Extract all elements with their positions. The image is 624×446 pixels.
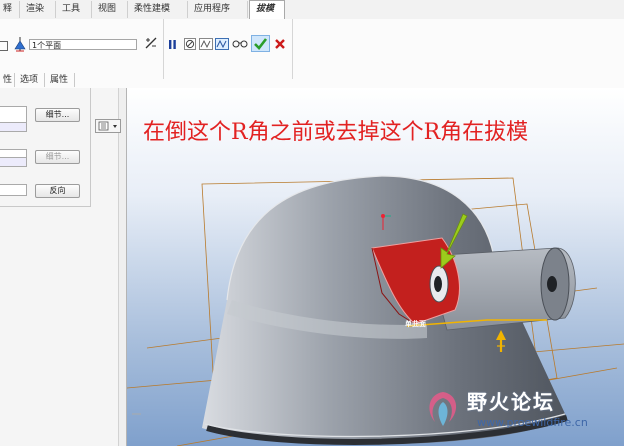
references-panel: 细节... 细节... 反向: [0, 88, 127, 446]
tab-properties[interactable]: 属性: [45, 73, 75, 87]
menu-tab-render[interactable]: 渲染: [20, 1, 56, 18]
panel-scrollbar[interactable]: [118, 88, 126, 446]
panel-bottom-edge: [0, 206, 91, 207]
details-button-1[interactable]: 细节...: [35, 108, 80, 122]
preview-geometry-icon[interactable]: [199, 38, 213, 50]
details-button-2[interactable]: 细节...: [35, 150, 80, 164]
draft-ribbon: 1个平面: [0, 19, 624, 89]
panel-edge: [90, 88, 91, 206]
no-preview-icon[interactable]: [184, 38, 196, 50]
view-manager-dropdown[interactable]: [95, 119, 121, 133]
feature-tag: 单曲面: [405, 320, 426, 328]
hinge-collector[interactable]: [0, 149, 27, 158]
verify-mode-icon[interactable]: [215, 38, 229, 50]
watermark-title: 野火论坛: [467, 390, 555, 414]
clipped-tool-icon[interactable]: [0, 41, 8, 51]
tab-clipped[interactable]: 性: [0, 73, 15, 87]
draft-surface-field[interactable]: 1个平面: [29, 39, 137, 50]
glasses-icon[interactable]: [232, 39, 248, 48]
menu-bar: 释 渲染 工具 视图 柔性建模 应用程序 拔模: [0, 0, 624, 20]
tab-options[interactable]: 选项: [15, 73, 45, 87]
menu-tab-view[interactable]: 视图: [92, 1, 128, 18]
reverse-button[interactable]: 反向: [35, 184, 80, 198]
ribbon-divider-2: [292, 19, 293, 79]
annotation-caption: 在倒这个R角之前或去掉这个R角在拔模: [143, 120, 529, 145]
draft-hinge-icon[interactable]: [13, 36, 27, 52]
model-viewport[interactable]: 在倒这个R角之前或去掉这个R角在拔模 单曲面 野火论坛 www.proewild…: [127, 88, 624, 446]
pull-direction-collector[interactable]: [0, 184, 27, 196]
ribbon-divider: [163, 19, 164, 79]
forum-logo-icon: [421, 388, 465, 432]
menu-tab-draft[interactable]: 拔模: [249, 0, 285, 19]
menu-tab-annotate[interactable]: 释: [0, 1, 20, 18]
cancel-x-icon[interactable]: [274, 38, 286, 50]
hinge-list[interactable]: [0, 158, 27, 167]
menu-tab-flexible-modeling[interactable]: 柔性建模: [128, 1, 188, 18]
draft-surfaces-list[interactable]: [0, 123, 27, 132]
draft-angle-icon[interactable]: [145, 37, 157, 49]
menu-tab-applications[interactable]: 应用程序: [188, 1, 248, 18]
draft-surfaces-collector[interactable]: [0, 106, 27, 123]
menu-tab-tools[interactable]: 工具: [56, 1, 92, 18]
pause-icon[interactable]: [168, 39, 177, 50]
watermark-url: www.proewildfire.cn: [477, 416, 588, 429]
confirm-check-icon[interactable]: [251, 35, 270, 52]
